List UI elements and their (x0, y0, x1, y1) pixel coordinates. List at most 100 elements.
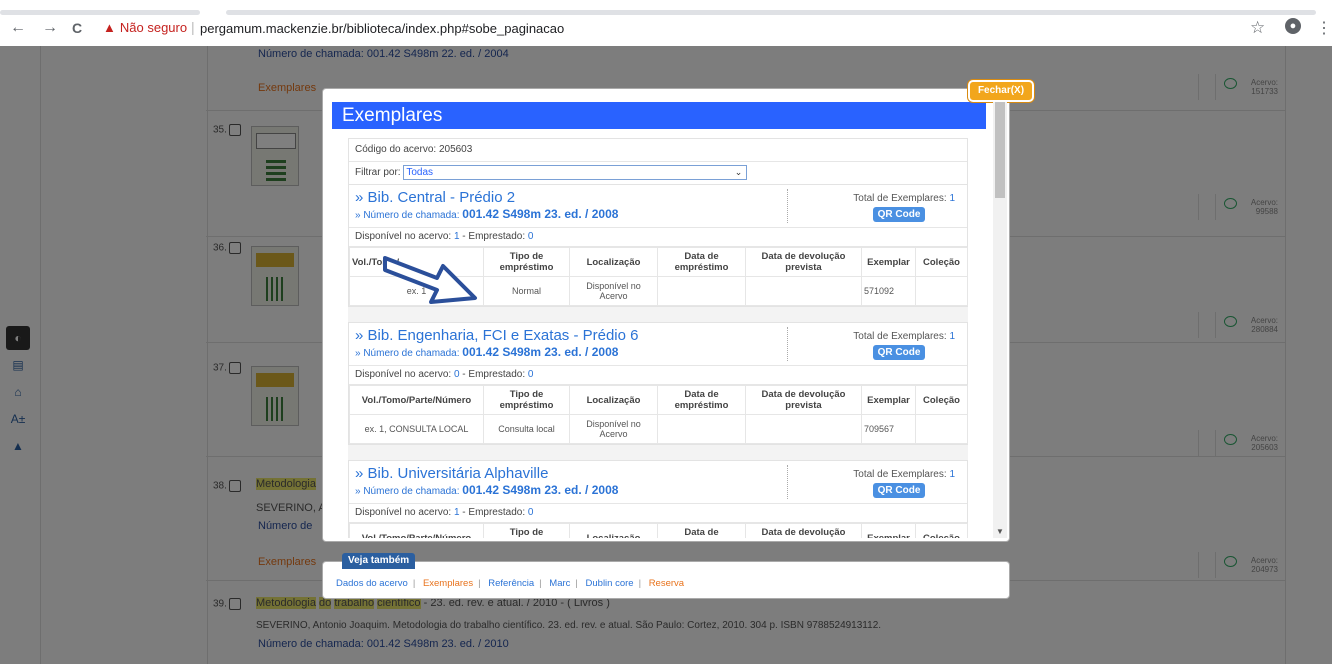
security-warning-label: Não seguro (119, 20, 188, 35)
qr-code-button[interactable]: QR Code (873, 483, 925, 498)
link-dublin-core[interactable]: Dublin core (586, 578, 634, 589)
total-exemplares: Total de Exemplares: 1 (853, 331, 955, 342)
availability: Disponível no acervo: 0 - Emprestado: 0 (349, 366, 967, 385)
column-header: Vol./Tomo/Parte/Número (349, 385, 484, 415)
total-value: 1 (949, 331, 955, 342)
column-header: Tipo de empréstimo (483, 385, 570, 415)
total-value: 1 (949, 193, 955, 204)
filter-value: Todas (406, 166, 434, 178)
column-header: Coleção (915, 523, 968, 538)
acervo-info: Código do acervo: 205603 Filtrar por: To… (348, 138, 968, 186)
library-name[interactable]: » Bib. Central - Prédio 2 (355, 189, 515, 206)
see-also-title: Veja também (342, 553, 416, 569)
library-name[interactable]: » Bib. Universitária Alphaville (355, 465, 548, 482)
scrollbar-thumb[interactable] (995, 102, 1005, 198)
avail-label: Disponível no acervo: (355, 507, 452, 518)
url-separator: | (191, 19, 195, 35)
qr-code-button[interactable]: QR Code (873, 345, 925, 360)
total-value: 1 (949, 469, 955, 480)
modal-title: Exemplares (332, 102, 986, 129)
loan-value: 0 (527, 369, 534, 380)
total-label: Total de Exemplares: (853, 469, 947, 480)
table-row: ex. 1, CONSULTA LOCAL Consulta local Dis… (349, 414, 968, 444)
warning-icon: ▲ (103, 20, 116, 35)
column-header: Exemplar (861, 523, 916, 538)
link-referencia[interactable]: Referência (488, 578, 534, 589)
library-call-number: » Número de chamada: 001.42 S498m 23. ed… (355, 345, 618, 359)
column-header: Coleção (915, 385, 968, 415)
call-prefix: » Número de chamada: (355, 486, 460, 497)
column-header: Data de devolução prevista (745, 247, 862, 277)
table-cell (915, 414, 968, 444)
library-block: » Bib. Universitária Alphaville » Número… (348, 460, 968, 538)
library-header: » Bib. Universitária Alphaville » Número… (349, 461, 967, 504)
close-button[interactable]: Fechar(X) (968, 80, 1034, 102)
column-header: Data de devolução prevista (745, 385, 862, 415)
link-exemplares[interactable]: Exemplares (423, 578, 473, 589)
avail-value: 0 (453, 369, 460, 380)
call-prefix: » Número de chamada: (355, 210, 460, 221)
column-header: Localização (569, 247, 658, 277)
library-block: » Bib. Engenharia, FCI e Exatas - Prédio… (348, 322, 968, 445)
forward-button[interactable]: → (42, 18, 58, 38)
table-cell: 709567 (861, 414, 916, 444)
table-cell: Disponível no Acervo (569, 276, 658, 306)
loan-label: - Emprestado: (462, 507, 526, 518)
column-header: Data de empréstimo (657, 385, 746, 415)
modal-content: Código do acervo: 205603 Filtrar por: To… (348, 138, 968, 538)
table-cell (915, 276, 968, 306)
column-header: Localização (569, 523, 658, 538)
library-name[interactable]: » Bib. Engenharia, FCI e Exatas - Prédio… (355, 327, 638, 344)
column-header: Localização (569, 385, 658, 415)
reload-button[interactable]: C (72, 18, 82, 38)
total-exemplares: Total de Exemplares: 1 (853, 469, 955, 480)
column-header: Data de empréstimo (657, 523, 746, 538)
exemplares-table: Vol./Tomo/Parte/Número Tipo de empréstim… (349, 523, 968, 538)
security-warning[interactable]: ▲ Não seguro (103, 20, 187, 35)
table-cell: Consulta local (483, 414, 570, 444)
library-call-number: » Número de chamada: 001.42 S498m 23. ed… (355, 207, 618, 221)
total-exemplares: Total de Exemplares: 1 (853, 193, 955, 204)
column-header: Data de devolução prevista (745, 523, 862, 538)
library-call-number: » Número de chamada: 001.42 S498m 23. ed… (355, 483, 618, 497)
qr-code-button[interactable]: QR Code (873, 207, 925, 222)
back-button[interactable]: ← (10, 18, 26, 38)
column-header: Vol./Tomo/Parte/Número (349, 523, 484, 538)
avail-label: Disponível no acervo: (355, 369, 452, 380)
table-cell (657, 414, 746, 444)
chevron-down-icon: ⌄ (734, 166, 743, 177)
loan-value: 0 (527, 507, 534, 518)
table-cell: Normal (483, 276, 570, 306)
table-cell (745, 414, 862, 444)
availability: Disponível no acervo: 1 - Emprestado: 0 (349, 504, 967, 523)
menu-kebab-icon[interactable]: ⋮ (1316, 18, 1332, 38)
table-cell (657, 276, 746, 306)
link-marc[interactable]: Marc (549, 578, 570, 589)
scroll-down-arrow-icon[interactable]: ▼ (996, 527, 1004, 536)
table-header-row: Vol./Tomo/Parte/Número Tipo de empréstim… (349, 523, 968, 538)
avail-value: 1 (453, 231, 460, 242)
table-cell: 571092 (861, 276, 916, 306)
acervo-code: Código do acervo: 205603 (349, 139, 967, 162)
column-header: Data de empréstimo (657, 247, 746, 277)
filter-select[interactable]: Todas ⌄ (403, 164, 748, 180)
address-bar[interactable]: pergamum.mackenzie.br/biblioteca/index.p… (200, 21, 564, 36)
filter-label: Filtrar por: (355, 167, 401, 178)
browser-toolbar: ← → C ▲ Não seguro | pergamum.mackenzie.b… (0, 0, 1332, 47)
column-header: Tipo de empréstimo (483, 247, 570, 277)
link-dados-acervo[interactable]: Dados do acervo (336, 578, 408, 589)
library-header: » Bib. Central - Prédio 2 » Número de ch… (349, 185, 967, 228)
profile-icon[interactable]: ● (1285, 18, 1301, 34)
loan-label: - Emprestado: (462, 231, 526, 242)
table-cell (745, 276, 862, 306)
column-header: Exemplar (861, 385, 916, 415)
call-value: 001.42 S498m 23. ed. / 2008 (462, 483, 619, 497)
bookmark-star-icon[interactable]: ☆ (1250, 18, 1265, 38)
link-reserva[interactable]: Reserva (649, 578, 684, 589)
annotation-arrow-icon (383, 256, 477, 304)
table-cell: ex. 1, CONSULTA LOCAL (349, 414, 484, 444)
library-header: » Bib. Engenharia, FCI e Exatas - Prédio… (349, 323, 967, 366)
filter-row: Filtrar por: Todas ⌄ (349, 162, 967, 185)
column-header: Tipo de empréstimo (483, 523, 570, 538)
modal-scrollbar[interactable]: ▼ (993, 102, 1007, 538)
